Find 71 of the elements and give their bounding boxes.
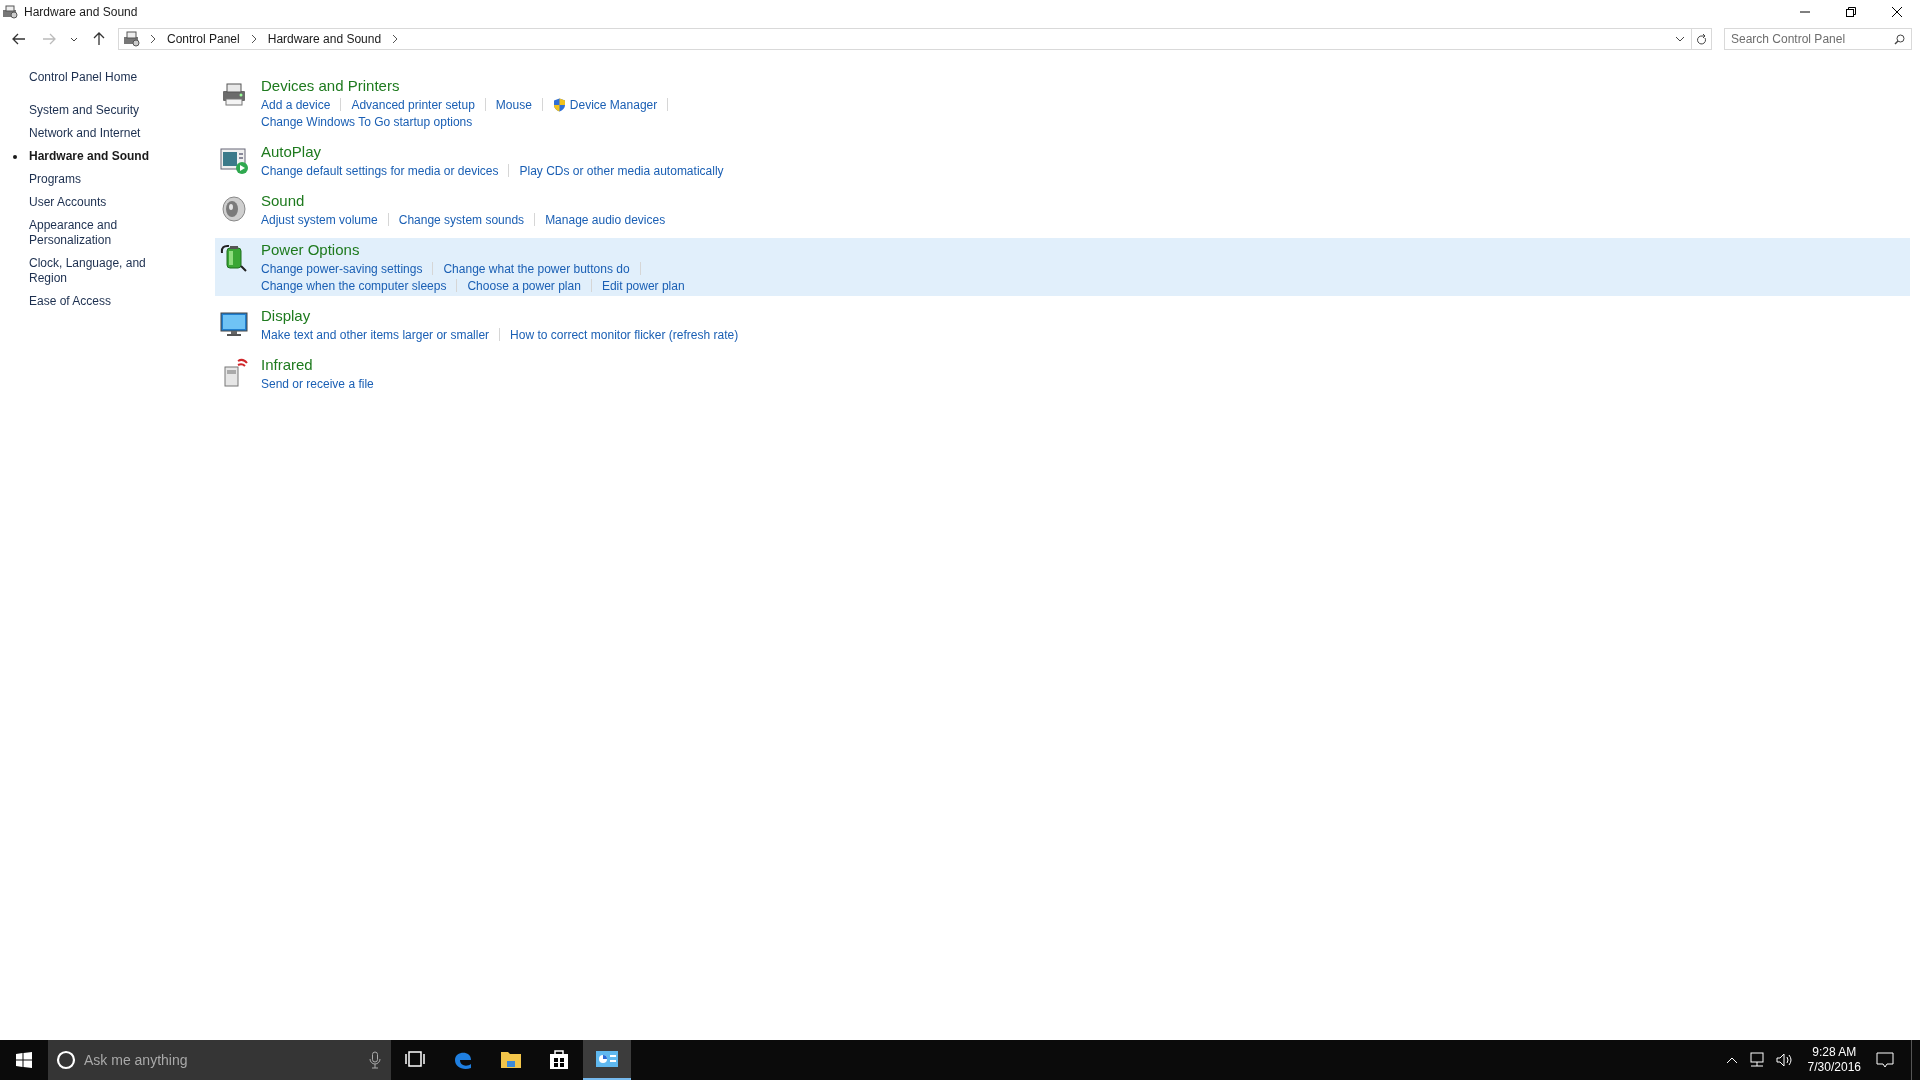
task-link[interactable]: Device Manager xyxy=(552,95,658,114)
battery-icon xyxy=(219,243,249,273)
sidebar-link[interactable]: Hardware and Sound xyxy=(29,149,180,164)
task-link[interactable]: Adjust system volume xyxy=(261,210,378,229)
sidebar-link[interactable]: Ease of Access xyxy=(29,294,180,309)
printer-icon xyxy=(2,5,18,19)
microphone-icon[interactable] xyxy=(369,1051,381,1069)
category-title-link[interactable]: Devices and Printers xyxy=(261,76,400,96)
task-link[interactable]: Change system sounds xyxy=(398,210,525,229)
category-title-link[interactable]: Display xyxy=(261,306,311,326)
clock-time[interactable]: 9:28 AM xyxy=(1812,1045,1857,1060)
up-arrow-icon xyxy=(93,32,105,46)
sidebar-link[interactable]: Network and Internet xyxy=(29,126,180,141)
taskbar-app-button[interactable] xyxy=(583,1040,631,1080)
restore-icon xyxy=(1846,7,1856,17)
task-link[interactable]: Change when the computer sleeps xyxy=(261,276,447,295)
task-link[interactable]: Make text and other items larger or smaller xyxy=(261,325,490,344)
category-title-link[interactable]: Sound xyxy=(261,191,305,211)
category-title-link[interactable]: Infrared xyxy=(261,355,313,375)
task-link[interactable]: Change default settings for media or devices xyxy=(261,161,499,180)
notifications-icon[interactable] xyxy=(1875,1051,1895,1069)
task-link[interactable]: Change power-saving settings xyxy=(261,259,423,278)
sidebar-link[interactable]: System and Security xyxy=(29,103,180,118)
task-link[interactable]: Play CDs or other media automatically xyxy=(519,161,724,180)
speaker-icon[interactable] xyxy=(1775,1052,1794,1068)
refresh-icon xyxy=(1696,33,1707,45)
sidebar-link[interactable]: Control Panel Home xyxy=(29,70,180,85)
network-icon[interactable] xyxy=(1747,1052,1766,1068)
task-link[interactable]: Change what the power buttons do xyxy=(443,259,630,278)
window-title: Hardware and Sound xyxy=(24,4,138,21)
search-field[interactable]: Ask me anything xyxy=(48,1040,391,1080)
monitor-icon xyxy=(219,309,249,339)
control-panel-icon xyxy=(595,1050,619,1068)
circle-icon xyxy=(56,1050,76,1070)
task-link[interactable]: Edit power plan xyxy=(601,276,685,295)
clock-date[interactable]: 7/30/2016 xyxy=(1807,1060,1861,1075)
task-link[interactable]: Choose a power plan xyxy=(467,276,581,295)
address-field[interactable]: Control Panel Hardware and Sound xyxy=(118,28,1712,50)
forward-arrow-icon xyxy=(42,33,56,45)
autoplay-icon xyxy=(219,145,249,175)
windows-logo-icon xyxy=(16,1052,32,1068)
category-title-link[interactable]: AutoPlay xyxy=(261,142,322,162)
task-view-icon xyxy=(405,1050,425,1068)
sidebar-link[interactable]: User Accounts xyxy=(29,195,180,210)
chevron-right-icon xyxy=(149,34,157,44)
chevron-down-icon xyxy=(70,36,78,42)
chevron-right-icon xyxy=(391,34,400,44)
close-icon xyxy=(1892,7,1902,17)
task-link[interactable]: How to correct monitor flicker (refresh rate) xyxy=(510,325,739,344)
task-link[interactable]: Send or receive a file xyxy=(261,374,374,393)
shopping-bag-icon xyxy=(548,1048,570,1070)
search-field[interactable]: Search Control Panel xyxy=(1724,28,1912,50)
task-link[interactable]: Change Windows To Go startup options xyxy=(261,112,473,131)
chevron-up-icon[interactable] xyxy=(1725,1056,1738,1064)
speaker-icon xyxy=(219,194,249,224)
printer-icon xyxy=(123,31,141,47)
back-arrow-icon xyxy=(12,33,26,45)
chevron-right-icon xyxy=(249,34,258,44)
category-title-link[interactable]: Power Options xyxy=(261,240,360,260)
sidebar-link[interactable]: Clock, Language, and Region xyxy=(29,256,180,286)
task-link[interactable]: Manage audio devices xyxy=(545,210,666,229)
sidebar-link[interactable]: Programs xyxy=(29,172,180,187)
search-icon xyxy=(1894,34,1905,45)
folder-icon xyxy=(500,1049,522,1069)
breadcrumb-link[interactable]: Hardware and Sound xyxy=(265,30,384,48)
task-link[interactable]: Mouse xyxy=(495,95,532,114)
breadcrumb-link[interactable]: Control Panel xyxy=(165,30,242,48)
task-link[interactable]: Advanced printer setup xyxy=(351,95,475,114)
dropdown-caret-icon[interactable] xyxy=(1675,36,1685,42)
sidebar-link[interactable]: Appearance and Personalization xyxy=(29,218,180,248)
task-link[interactable]: Add a device xyxy=(261,95,331,114)
